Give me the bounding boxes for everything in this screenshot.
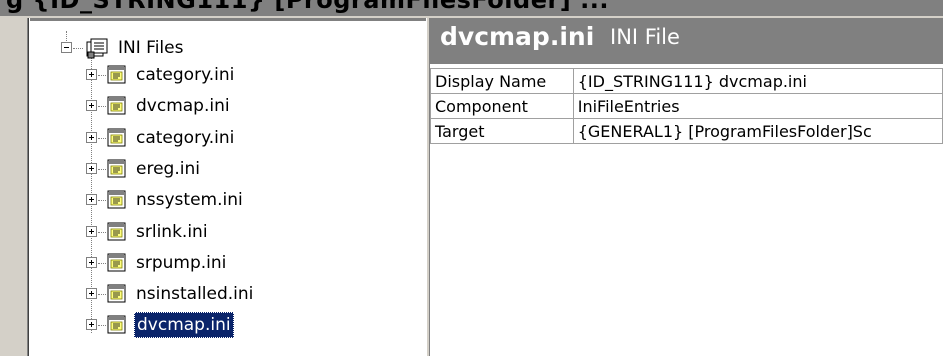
- property-grid[interactable]: Display Name {ID_STRING111} dvcmap.ini Com…: [430, 68, 943, 144]
- expand-toggle-icon[interactable]: [86, 288, 97, 299]
- tree-node-ini-file[interactable]: dvcmap.ini: [30, 312, 426, 338]
- ini-file-icon: [107, 96, 126, 115]
- collapse-toggle-icon[interactable]: [61, 42, 72, 53]
- clipped-header-band: g {ID_STRING111} [ProgramFilesFolder] ..…: [0, 0, 943, 18]
- window-left-frame: [0, 18, 30, 356]
- expand-toggle-icon[interactable]: [86, 100, 97, 111]
- ini-file-icon: [107, 65, 126, 84]
- detail-subtitle: INI File: [610, 25, 680, 49]
- detail-panel: dvcmap.ini INI File Display Name {ID_STRI…: [430, 18, 943, 356]
- property-value[interactable]: IniFileEntries: [572, 93, 943, 119]
- tree-node-ini-file[interactable]: dvcmap.ini: [30, 93, 426, 119]
- expand-toggle-icon[interactable]: [86, 194, 97, 205]
- tree-node-ini-file[interactable]: category.ini: [30, 62, 426, 88]
- ini-file-icon: [107, 128, 126, 147]
- property-row[interactable]: Component IniFileEntries: [430, 93, 943, 119]
- tree-node-ini-file[interactable]: nsinstalled.ini: [30, 281, 426, 307]
- tree-node-label: nsinstalled.ini: [136, 284, 254, 304]
- tree-node-label: dvcmap.ini: [136, 96, 230, 116]
- detail-header: dvcmap.ini INI File: [430, 18, 943, 64]
- ini-files-folder-icon: [86, 38, 108, 59]
- detail-title: dvcmap.ini: [440, 22, 595, 51]
- property-row[interactable]: Target {GENERAL1} [ProgramFilesFolder]Sc: [430, 118, 943, 144]
- property-name: Display Name: [430, 68, 574, 94]
- ini-file-icon: [107, 222, 126, 241]
- ini-file-icon: [107, 315, 126, 334]
- tree-node-ini-file[interactable]: ereg.ini: [30, 156, 426, 182]
- tree-node-ini-file[interactable]: srpump.ini: [30, 250, 426, 276]
- ini-file-icon: [107, 190, 126, 209]
- property-value[interactable]: {ID_STRING111} dvcmap.ini: [572, 68, 943, 94]
- property-name: Component: [430, 93, 574, 119]
- tree-node-ini-files[interactable]: INI Files: [30, 35, 426, 61]
- ini-files-tree[interactable]: INI Files category.ini dvcmap.ini category…: [30, 18, 426, 356]
- tree-node-ini-file[interactable]: category.ini: [30, 125, 426, 151]
- tree-node-label: INI Files: [118, 38, 184, 58]
- expand-toggle-icon[interactable]: [86, 69, 97, 80]
- tree-node-label: ereg.ini: [136, 159, 200, 179]
- ini-file-icon: [107, 253, 126, 272]
- expand-toggle-icon[interactable]: [86, 132, 97, 143]
- expand-toggle-icon[interactable]: [86, 257, 97, 268]
- expand-toggle-icon[interactable]: [86, 319, 97, 330]
- tree-node-label: srpump.ini: [136, 253, 227, 273]
- tree-node-label: nssystem.ini: [136, 190, 243, 210]
- property-value[interactable]: {GENERAL1} [ProgramFilesFolder]Sc: [572, 118, 943, 144]
- expand-toggle-icon[interactable]: [86, 163, 97, 174]
- clipped-heading-text: g {ID_STRING111} [ProgramFilesFolder] ..…: [6, 0, 609, 14]
- property-row[interactable]: Display Name {ID_STRING111} dvcmap.ini: [430, 68, 943, 94]
- tree-node-ini-file[interactable]: nssystem.ini: [30, 187, 426, 213]
- property-name: Target: [430, 118, 574, 144]
- tree-node-label: category.ini: [136, 65, 235, 85]
- tree-node-label: dvcmap.ini: [134, 312, 234, 338]
- tree-node-label: srlink.ini: [136, 222, 208, 242]
- expand-toggle-icon[interactable]: [86, 226, 97, 237]
- ini-file-icon: [107, 159, 126, 178]
- ini-file-icon: [107, 284, 126, 303]
- tree-node-label: category.ini: [136, 128, 235, 148]
- tree-node-ini-file[interactable]: srlink.ini: [30, 219, 426, 245]
